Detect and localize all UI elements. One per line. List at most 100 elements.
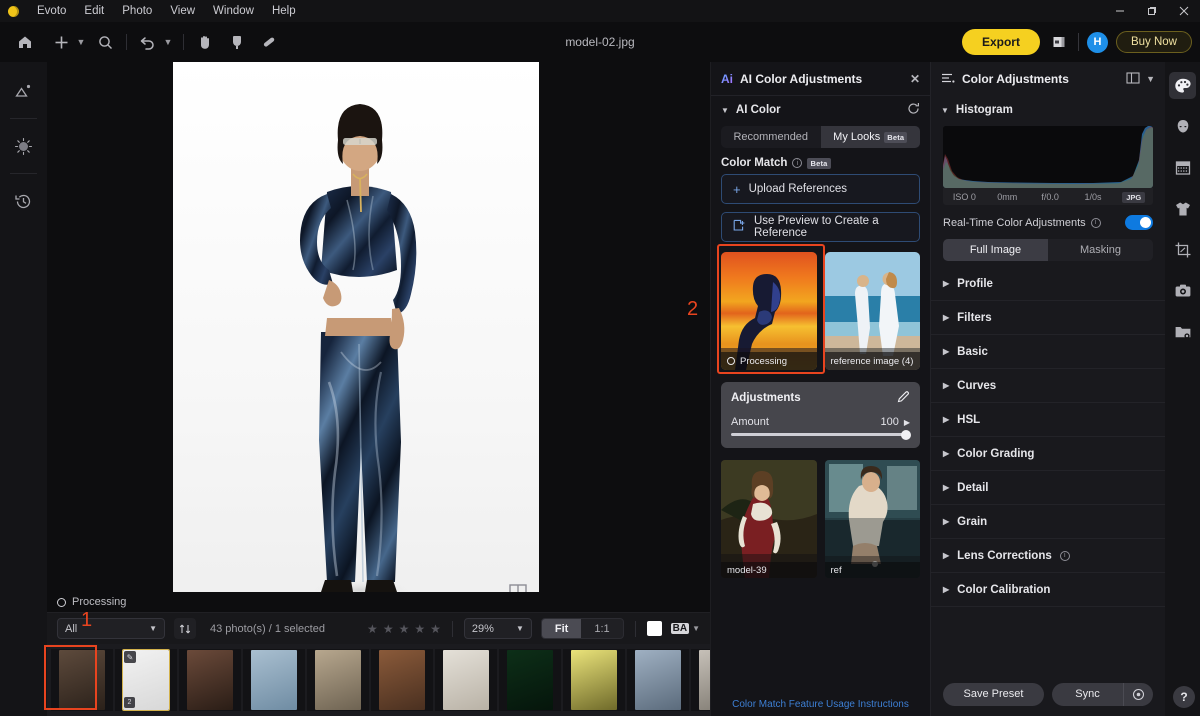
close-icon[interactable]: ✕	[910, 72, 920, 86]
menu-view[interactable]: View	[161, 3, 204, 19]
filmstrip-thumbnail[interactable]	[435, 649, 497, 711]
library-card-model-39[interactable]: model-39	[721, 460, 817, 578]
photo-canvas[interactable]	[47, 62, 710, 609]
clothing-icon[interactable]	[1169, 195, 1196, 222]
folder-icon[interactable]	[1169, 318, 1196, 345]
filmstrip-thumbnail[interactable]	[691, 649, 710, 711]
sort-icon[interactable]	[174, 618, 196, 639]
usage-instructions-link[interactable]: Color Match Feature Usage Instructions	[711, 699, 930, 710]
upload-references-button[interactable]: + Upload References	[721, 174, 920, 204]
filmstrip-thumbnail[interactable]	[243, 649, 305, 711]
menu-help[interactable]: Help	[263, 3, 305, 19]
minimize-button[interactable]	[1104, 0, 1136, 22]
background-icon[interactable]	[1169, 154, 1196, 181]
share-icon[interactable]	[1048, 32, 1070, 52]
buy-now-button[interactable]: Buy Now	[1115, 31, 1192, 53]
reference-card-processing[interactable]: Processing	[721, 252, 817, 370]
section-filters[interactable]: ▶ Filters	[931, 301, 1165, 335]
section-color-calibration[interactable]: ▶ Color Calibration	[931, 573, 1165, 607]
star-icon-3[interactable]: ★	[399, 622, 410, 636]
help-button[interactable]: ?	[1173, 686, 1195, 708]
section-detail[interactable]: ▶ Detail	[931, 471, 1165, 505]
info-icon[interactable]: i	[1090, 217, 1101, 228]
histogram-section-header[interactable]: ▼ Histogram	[931, 96, 1165, 124]
ai-color-tabs[interactable]: Recommended My Looks Beta	[721, 126, 920, 148]
star-icon-2[interactable]: ★	[383, 622, 394, 636]
view-mode-segmented[interactable]: Full Image Masking	[943, 239, 1153, 261]
filmstrip-thumbnail[interactable]	[499, 649, 561, 711]
realtime-toggle[interactable]	[1125, 215, 1153, 230]
undo-chevron-down-icon[interactable]: ▼	[161, 31, 175, 53]
history-icon[interactable]	[9, 186, 39, 216]
close-button[interactable]	[1168, 0, 1200, 22]
face-icon[interactable]	[1169, 113, 1196, 140]
filmstrip-thumbnail[interactable]	[627, 649, 689, 711]
rating-stars[interactable]: ★ ★ ★ ★ ★	[367, 622, 441, 636]
filmstrip-thumbnail[interactable]	[307, 649, 369, 711]
maximize-button[interactable]	[1136, 0, 1168, 22]
filmstrip-thumbnail[interactable]	[371, 649, 433, 711]
amount-slider[interactable]	[731, 429, 911, 440]
use-preview-reference-button[interactable]: Use Preview to Create a Reference	[721, 212, 920, 242]
amount-slider-handle[interactable]	[901, 429, 911, 440]
tab-full-image[interactable]: Full Image	[943, 239, 1048, 261]
save-preset-button[interactable]: Save Preset	[943, 682, 1044, 706]
reference-card-beach[interactable]: reference image (4)	[824, 252, 920, 370]
star-icon-4[interactable]: ★	[414, 622, 425, 636]
effects-icon[interactable]	[9, 131, 39, 161]
section-hsl[interactable]: ▶ HSL	[931, 403, 1165, 437]
reset-icon[interactable]	[907, 102, 920, 118]
zoom-select[interactable]: 29% ▼	[463, 618, 532, 639]
menu-edit[interactable]: Edit	[75, 3, 113, 19]
avatar[interactable]: H	[1086, 31, 1108, 53]
home-icon[interactable]	[12, 29, 38, 55]
amount-step-arrow-icon[interactable]: ▶	[904, 418, 910, 427]
white-swatch[interactable]	[646, 621, 662, 636]
one-to-one-button[interactable]: 1:1	[581, 619, 622, 638]
section-profile[interactable]: ▶ Profile	[931, 267, 1165, 301]
star-icon-5[interactable]: ★	[430, 622, 441, 636]
star-icon-1[interactable]: ★	[367, 622, 378, 636]
sync-button-group[interactable]: Sync	[1052, 682, 1153, 706]
add-icon[interactable]	[48, 29, 74, 55]
menu-window[interactable]: Window	[204, 3, 263, 19]
info-icon[interactable]: i	[792, 158, 803, 168]
ai-color-section-header[interactable]: ▼ AI Color	[711, 96, 930, 124]
fit-zoom-segmented[interactable]: Fit 1:1	[540, 618, 624, 639]
filmstrip-thumbnail[interactable]	[563, 649, 625, 711]
tab-my-looks[interactable]: My Looks Beta	[820, 126, 920, 148]
filmstrip-thumbnail[interactable]	[51, 649, 113, 711]
filmstrip[interactable]: ✎2✎✎	[47, 644, 710, 716]
retouch-icon[interactable]	[9, 76, 39, 106]
chevron-down-icon[interactable]: ▼	[1146, 74, 1155, 84]
filter-select[interactable]: All ▼	[57, 618, 165, 639]
library-card-ref[interactable]: ref	[824, 460, 920, 578]
color-palette-icon[interactable]	[1169, 72, 1196, 99]
undo-icon[interactable]	[135, 29, 161, 55]
tab-recommended[interactable]: Recommended	[721, 126, 821, 148]
filmstrip-thumbnail[interactable]: ✎ 2	[115, 649, 177, 711]
menu-photo[interactable]: Photo	[113, 3, 161, 19]
export-button[interactable]: Export	[961, 29, 1040, 55]
panel-layout-icon[interactable]	[1126, 71, 1140, 87]
crop-icon[interactable]	[1169, 236, 1196, 263]
section-basic[interactable]: ▶ Basic	[931, 335, 1165, 369]
amount-value[interactable]: 100	[880, 416, 898, 428]
section-color-grading[interactable]: ▶ Color Grading	[931, 437, 1165, 471]
edit-pencil-icon[interactable]	[897, 390, 910, 406]
hand-icon[interactable]	[192, 29, 218, 55]
dodge-icon[interactable]	[224, 29, 250, 55]
sync-button[interactable]: Sync	[1052, 683, 1123, 706]
section-curves[interactable]: ▶ Curves	[931, 369, 1165, 403]
section-grain[interactable]: ▶ Grain	[931, 505, 1165, 539]
camera-icon[interactable]	[1169, 277, 1196, 304]
photo-preview[interactable]	[173, 62, 539, 609]
tab-masking[interactable]: Masking	[1048, 239, 1153, 261]
healing-brush-icon[interactable]	[256, 29, 282, 55]
search-icon[interactable]	[92, 29, 118, 55]
fit-button[interactable]: Fit	[541, 619, 582, 638]
before-after-button[interactable]: BA ▼	[670, 623, 700, 634]
settings-gear-icon[interactable]	[1123, 682, 1153, 706]
add-chevron-down-icon[interactable]: ▼	[74, 31, 88, 53]
section-lens-corrections[interactable]: ▶ Lens Corrections i	[931, 539, 1165, 573]
